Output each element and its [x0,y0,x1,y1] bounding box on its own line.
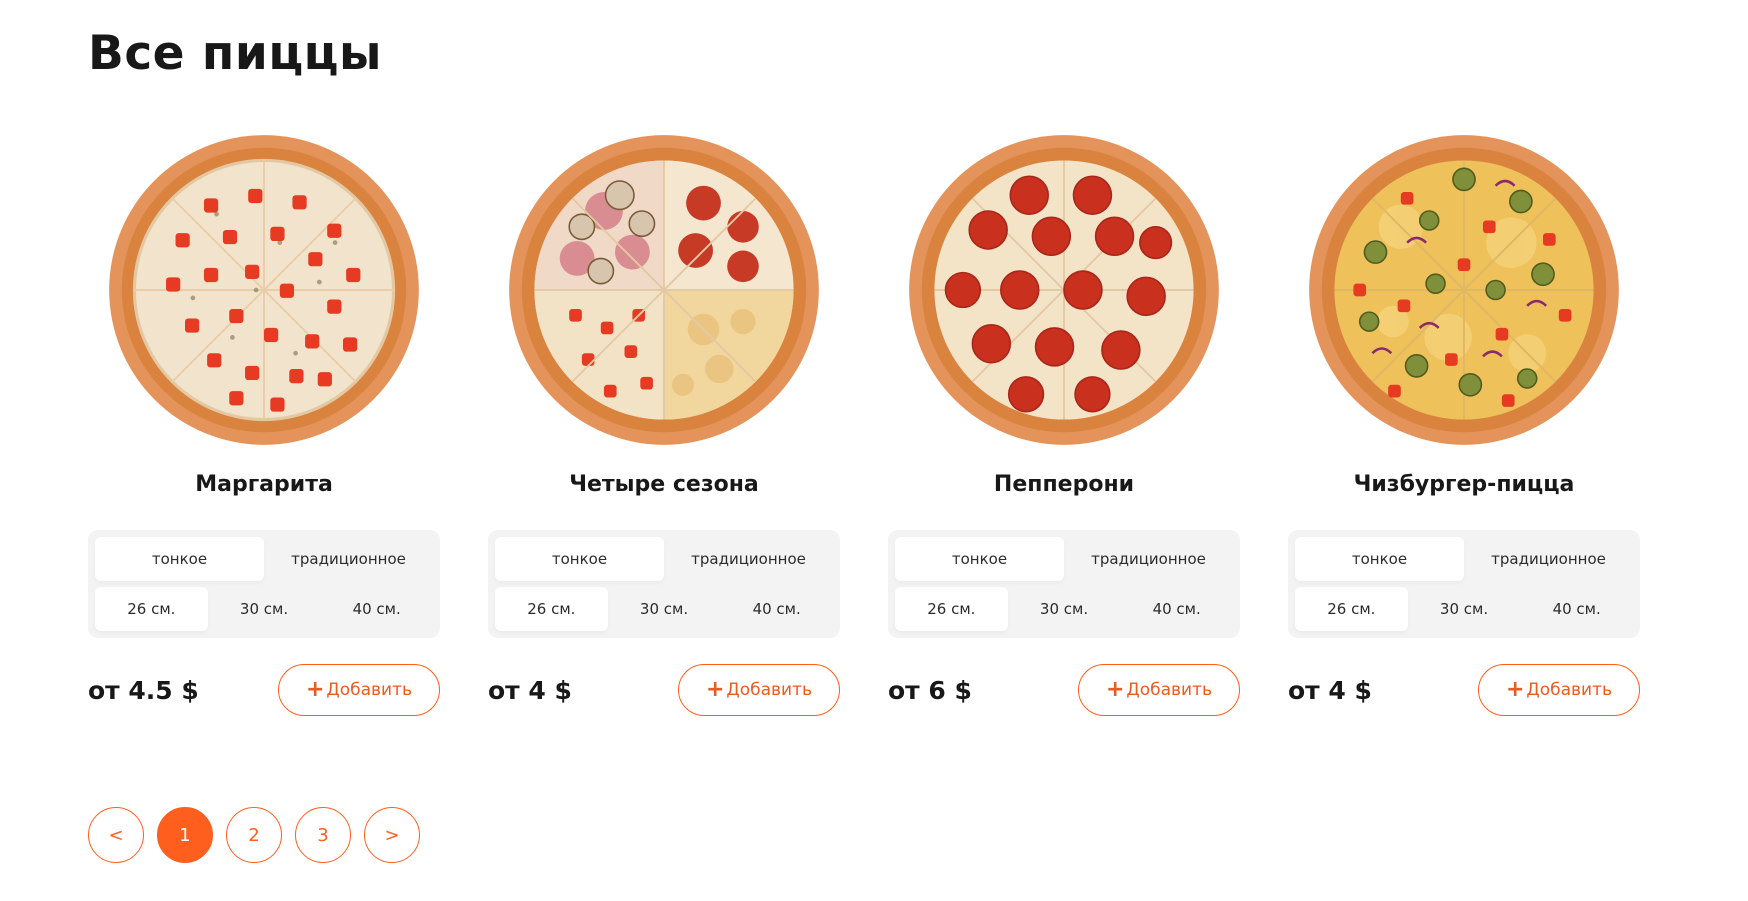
pizza-price: от 6 $ [888,675,972,705]
dough-option-thin[interactable]: тонкое [895,537,1064,581]
plus-icon: + [1105,677,1125,702]
dough-option-traditional[interactable]: традиционное [1464,537,1633,581]
pizza-price: от 4.5 $ [88,675,199,705]
dough-type-row: тонкое традиционное [1295,537,1633,581]
pizza-options-selector: тонкое традиционное 26 см. 30 см. 40 см. [488,530,840,638]
size-option-30[interactable]: 30 см. [1008,587,1121,631]
size-option-26[interactable]: 26 см. [895,587,1008,631]
dough-type-row: тонкое традиционное [495,537,833,581]
pizza-card-cheeseburger: Чизбургер-пицца тонкое традиционное 26 с… [1288,132,1640,716]
pagination-page-1[interactable]: 1 [157,807,213,863]
dough-option-thin[interactable]: тонкое [95,537,264,581]
cheeseburger-pizza-image [1309,135,1619,445]
add-to-cart-button[interactable]: + Добавить [1478,664,1640,716]
size-option-40[interactable]: 40 см. [320,587,433,631]
dough-option-traditional[interactable]: традиционное [1064,537,1233,581]
page-title: Все пиццы [88,26,383,81]
pizza-name: Маргарита [195,472,333,497]
pagination-next-button[interactable]: > [364,807,420,863]
size-row: 26 см. 30 см. 40 см. [95,587,433,631]
add-to-cart-button[interactable]: + Добавить [678,664,840,716]
four-seasons-pizza-image [509,135,819,445]
dough-type-row: тонкое традиционное [95,537,433,581]
plus-icon: + [1505,677,1525,702]
add-button-label: Добавить [1526,680,1612,700]
plus-icon: + [305,677,325,702]
size-row: 26 см. 30 см. 40 см. [895,587,1233,631]
pizza-name: Пепперони [993,472,1135,497]
pizza-card-footer: от 4 $ + Добавить [488,664,840,716]
pizza-options-selector: тонкое традиционное 26 см. 30 см. 40 см. [1288,530,1640,638]
add-button-label: Добавить [726,680,812,700]
size-option-26[interactable]: 26 см. [95,587,208,631]
size-option-26[interactable]: 26 см. [1295,587,1408,631]
size-option-40[interactable]: 40 см. [1520,587,1633,631]
size-option-30[interactable]: 30 см. [208,587,321,631]
size-option-30[interactable]: 30 см. [608,587,721,631]
dough-option-thin[interactable]: тонкое [495,537,664,581]
pizza-price: от 4 $ [488,675,572,705]
dough-option-traditional[interactable]: традиционное [664,537,833,581]
dough-option-thin[interactable]: тонкое [1295,537,1464,581]
add-button-label: Добавить [326,680,412,700]
pizza-grid: Маргарита тонкое традиционное 26 см. 30 … [88,132,1640,716]
dough-type-row: тонкое традиционное [895,537,1233,581]
size-option-40[interactable]: 40 см. [1120,587,1233,631]
margarita-pizza-image [109,135,419,445]
pagination-page-2[interactable]: 2 [226,807,282,863]
pizza-catalog-page: Все пиццы Маргарита тонкое традиционное … [0,0,1748,901]
plus-icon: + [705,677,725,702]
pepperoni-pizza-image [909,135,1219,445]
pizza-options-selector: тонкое традиционное 26 см. 30 см. 40 см. [88,530,440,638]
size-option-40[interactable]: 40 см. [720,587,833,631]
pizza-card-margarita: Маргарита тонкое традиционное 26 см. 30 … [88,132,440,716]
pizza-name: Четыре сезона [569,472,759,497]
size-row: 26 см. 30 см. 40 см. [495,587,833,631]
size-option-30[interactable]: 30 см. [1408,587,1521,631]
add-button-label: Добавить [1126,680,1212,700]
dough-option-traditional[interactable]: традиционное [264,537,433,581]
size-row: 26 см. 30 см. 40 см. [1295,587,1633,631]
pizza-card-footer: от 4.5 $ + Добавить [88,664,440,716]
pagination-page-3[interactable]: 3 [295,807,351,863]
pizza-price: от 4 $ [1288,675,1372,705]
pizza-name: Чизбургер-пицца [1353,472,1575,497]
pizza-card-pepperoni: Пепперони тонкое традиционное 26 см. 30 … [888,132,1240,716]
pizza-card-four-seasons: Четыре сезона тонкое традиционное 26 см.… [488,132,840,716]
pagination: < 1 2 3 > [88,807,420,863]
add-to-cart-button[interactable]: + Добавить [1078,664,1240,716]
pizza-card-footer: от 6 $ + Добавить [888,664,1240,716]
pizza-card-footer: от 4 $ + Добавить [1288,664,1640,716]
pagination-prev-button[interactable]: < [88,807,144,863]
add-to-cart-button[interactable]: + Добавить [278,664,440,716]
pizza-options-selector: тонкое традиционное 26 см. 30 см. 40 см. [888,530,1240,638]
size-option-26[interactable]: 26 см. [495,587,608,631]
